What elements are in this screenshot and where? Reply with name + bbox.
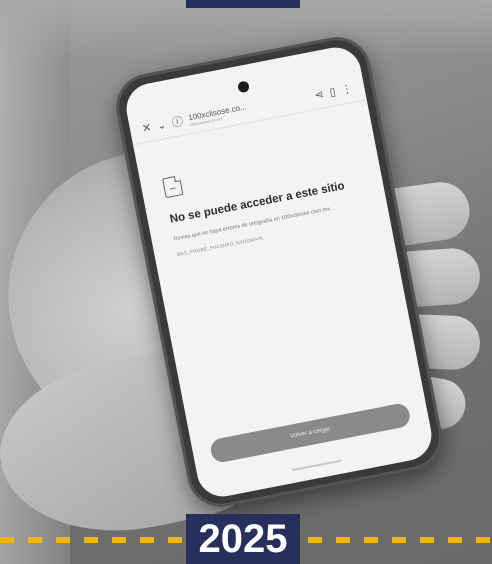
top-accent-bar — [186, 0, 300, 8]
more-vertical-icon[interactable]: ⋮ — [340, 82, 353, 97]
year-badge: 2025 — [186, 514, 300, 564]
reload-button[interactable]: Volver a cargar — [208, 401, 412, 465]
sad-document-icon — [162, 175, 184, 199]
error-content: No se puede acceder a este sitio Revisa … — [162, 141, 372, 257]
photo-scene: ✕ ⌄ ⓘ 100xclisose.co... 100xclisose.co.m… — [0, 0, 492, 564]
chevron-down-icon[interactable]: ⌄ — [156, 118, 168, 133]
bookmark-icon[interactable]: ▯ — [328, 85, 336, 99]
front-camera — [237, 80, 250, 94]
address-bar[interactable]: 100xclisose.co... 100xclisose.co.mx — [187, 90, 310, 127]
background-top — [0, 0, 492, 60]
share-icon[interactable]: ⋖ — [313, 87, 325, 102]
gesture-nav-bar[interactable] — [291, 459, 342, 472]
info-icon[interactable]: ⓘ — [171, 115, 184, 130]
close-icon[interactable]: ✕ — [141, 121, 153, 136]
